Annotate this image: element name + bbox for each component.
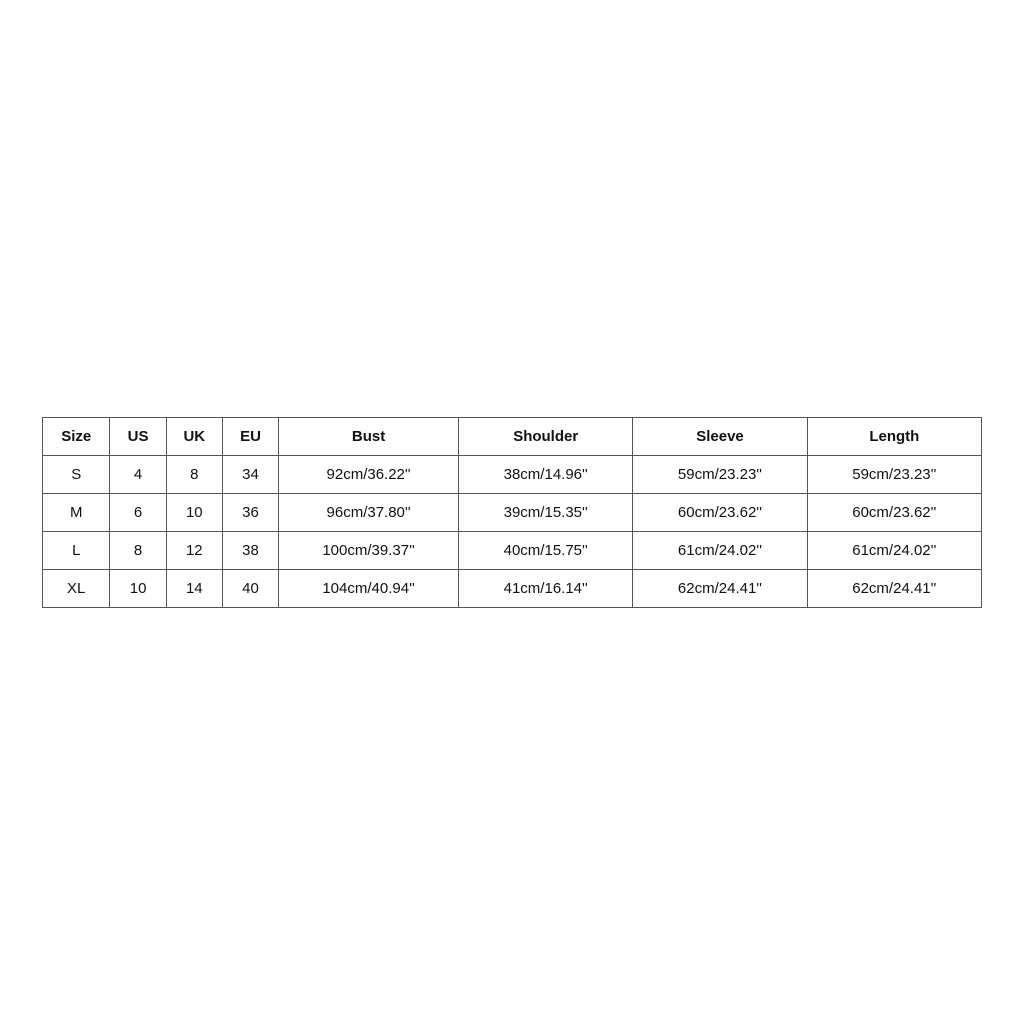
cell-us: 8 [110,531,166,569]
cell-sleeve: 61cm/24.02'' [633,531,807,569]
cell-eu: 40 [222,569,278,607]
cell-length: 60cm/23.62'' [807,493,981,531]
cell-eu: 38 [222,531,278,569]
header-bust: Bust [279,417,459,455]
cell-us: 6 [110,493,166,531]
cell-eu: 34 [222,455,278,493]
cell-length: 59cm/23.23'' [807,455,981,493]
cell-uk: 14 [166,569,222,607]
cell-size: M [43,493,110,531]
cell-bust: 100cm/39.37'' [279,531,459,569]
cell-size: S [43,455,110,493]
header-size: Size [43,417,110,455]
cell-uk: 8 [166,455,222,493]
cell-us: 4 [110,455,166,493]
cell-uk: 10 [166,493,222,531]
cell-sleeve: 60cm/23.62'' [633,493,807,531]
header-length: Length [807,417,981,455]
header-uk: UK [166,417,222,455]
cell-shoulder: 38cm/14.96'' [459,455,633,493]
size-chart-wrapper: Size US UK EU Bust Shoulder Sleeve Lengt… [0,397,1024,628]
cell-eu: 36 [222,493,278,531]
header-sleeve: Sleeve [633,417,807,455]
cell-bust: 104cm/40.94'' [279,569,459,607]
table-row: XL101440104cm/40.94''41cm/16.14''62cm/24… [43,569,982,607]
cell-uk: 12 [166,531,222,569]
cell-sleeve: 62cm/24.41'' [633,569,807,607]
cell-sleeve: 59cm/23.23'' [633,455,807,493]
cell-shoulder: 41cm/16.14'' [459,569,633,607]
cell-length: 62cm/24.41'' [807,569,981,607]
cell-size: XL [43,569,110,607]
size-chart-table: Size US UK EU Bust Shoulder Sleeve Lengt… [42,417,982,608]
table-row: L81238100cm/39.37''40cm/15.75''61cm/24.0… [43,531,982,569]
table-header-row: Size US UK EU Bust Shoulder Sleeve Lengt… [43,417,982,455]
cell-shoulder: 40cm/15.75'' [459,531,633,569]
cell-shoulder: 39cm/15.35'' [459,493,633,531]
cell-bust: 92cm/36.22'' [279,455,459,493]
header-shoulder: Shoulder [459,417,633,455]
cell-length: 61cm/24.02'' [807,531,981,569]
header-eu: EU [222,417,278,455]
cell-us: 10 [110,569,166,607]
header-us: US [110,417,166,455]
cell-size: L [43,531,110,569]
cell-bust: 96cm/37.80'' [279,493,459,531]
table-row: S483492cm/36.22''38cm/14.96''59cm/23.23'… [43,455,982,493]
table-row: M6103696cm/37.80''39cm/15.35''60cm/23.62… [43,493,982,531]
